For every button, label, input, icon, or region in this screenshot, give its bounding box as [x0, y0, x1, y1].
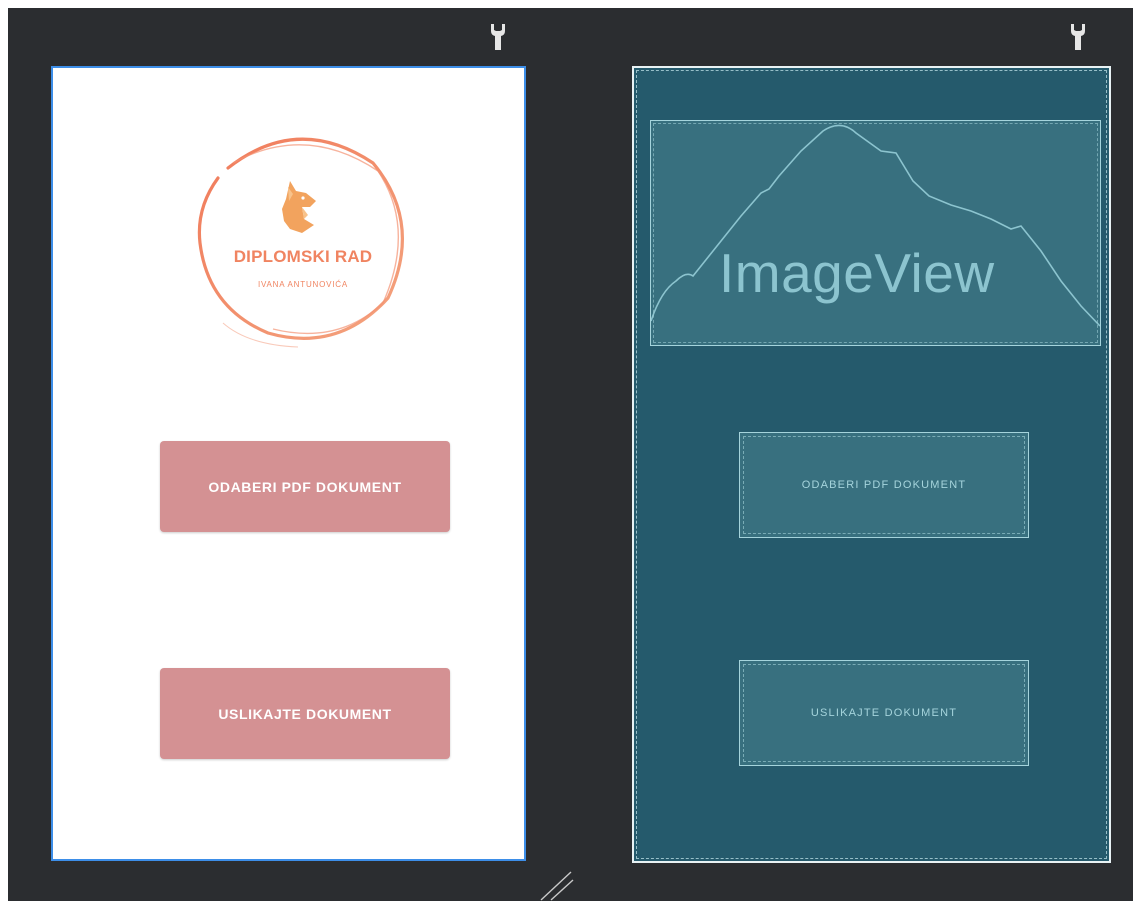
logo-subtitle: IVANA ANTUNOVIĆA — [257, 280, 348, 289]
blueprint-pick-pdf-button[interactable]: ODABERI PDF DOKUMENT — [739, 432, 1029, 538]
logo-title: DIPLOMSKI RAD — [233, 247, 373, 266]
imageview-label: ImageView — [719, 242, 995, 304]
wrench-icon[interactable] — [486, 22, 510, 52]
blueprint-surface[interactable]: ImageView ODABERI PDF DOKUMENT USLIKAJTE… — [632, 66, 1111, 863]
pick-pdf-button[interactable]: ODABERI PDF DOKUMENT — [160, 441, 450, 532]
logo: DIPLOMSKI RAD IVANA ANTUNOVIĆA — [188, 123, 418, 353]
blueprint-capture-document-button[interactable]: USLIKAJTE DOKUMENT — [739, 660, 1029, 766]
imageview-placeholder[interactable]: ImageView — [650, 120, 1101, 346]
resize-handle-icon[interactable] — [535, 868, 575, 901]
mountain-icon — [651, 124, 1100, 327]
design-surface[interactable]: DIPLOMSKI RAD IVANA ANTUNOVIĆA ODABERI P… — [51, 66, 526, 861]
capture-document-button[interactable]: USLIKAJTE DOKUMENT — [160, 668, 450, 759]
wrench-icon[interactable] — [1066, 22, 1090, 52]
fox-icon — [282, 181, 316, 233]
